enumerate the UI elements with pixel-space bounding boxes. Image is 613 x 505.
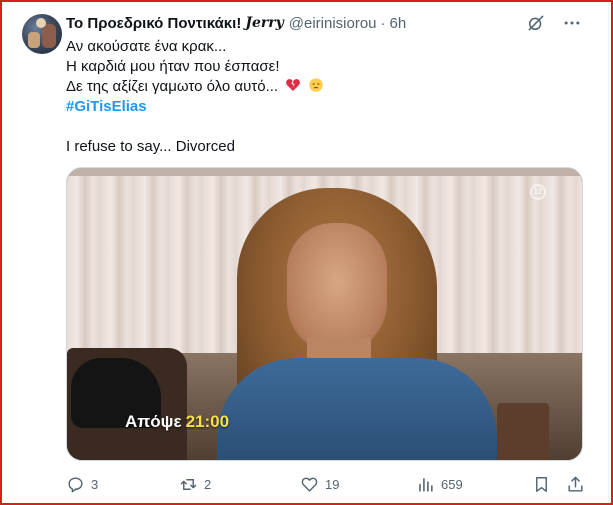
retweet-count: 2 xyxy=(204,476,212,492)
retweet-icon xyxy=(180,478,197,490)
grok-icon[interactable] xyxy=(526,13,546,33)
tweet-card[interactable]: Το Προεδρικό Ποντικάκι! 𝑱𝒆𝒓𝒓𝒚 @eirinisio… xyxy=(2,2,609,500)
views-count: 659 xyxy=(441,476,463,492)
video-media[interactable]: 12 Απόψε 21:00 xyxy=(66,167,583,461)
views-button[interactable]: 659 xyxy=(416,475,463,494)
bookmark-icon xyxy=(536,476,547,492)
retweet-button[interactable]: 2 xyxy=(179,475,211,494)
tweet-line: I refuse to say... Divorced xyxy=(66,138,235,155)
avatar[interactable] xyxy=(22,14,62,54)
like-count: 19 xyxy=(325,476,340,492)
like-button[interactable]: 19 xyxy=(300,475,339,494)
reply-button[interactable]: 3 xyxy=(66,475,98,494)
tweet-line-text: Δε της αξίζει γαμωτο όλο αυτό... xyxy=(66,78,279,95)
avatar-figure xyxy=(36,18,46,28)
media-person-face xyxy=(287,223,387,353)
user-handle[interactable]: @eirinisiorou xyxy=(289,15,377,32)
hashtag-line: #GiTisElias xyxy=(66,97,586,117)
tweet-line: Η καρδιά μου ήταν που έσπασε! xyxy=(66,58,280,75)
broken-heart-emoji xyxy=(285,77,301,93)
share-button[interactable] xyxy=(566,475,585,494)
promo-text: Απόψε xyxy=(125,412,182,431)
reply-count: 3 xyxy=(91,476,99,492)
separator-dot: · xyxy=(380,14,386,32)
tweet-top-icons xyxy=(526,13,582,33)
tweet-line-with-emoji: Δε της αξίζει γαμωτο όλο αυτό... xyxy=(66,77,586,97)
avatar-figure xyxy=(42,24,56,48)
timestamp[interactable]: 6h xyxy=(390,15,407,32)
reply-icon xyxy=(68,476,83,492)
media-chair xyxy=(497,403,549,460)
tweet-actions: 3 2 19 659 xyxy=(66,474,586,494)
promo-time: 21:00 xyxy=(185,412,230,431)
heart-icon xyxy=(301,477,318,492)
media-person-jacket xyxy=(217,358,497,460)
tweet-line: Αν ακούσατε ένα κρακ... xyxy=(66,38,227,55)
tweet-text: Αν ακούσατε ένα κρακ... Η καρδιά μου ήτα… xyxy=(66,37,586,157)
bookmark-button[interactable] xyxy=(532,475,551,494)
sad-face-emoji xyxy=(308,77,324,93)
promo-overlay: Απόψε 21:00 xyxy=(125,412,229,432)
tweet-header: Το Προεδρικό Ποντικάκι! 𝑱𝒆𝒓𝒓𝒚 @eirinisio… xyxy=(66,13,406,33)
media-curtain-rod xyxy=(67,168,582,176)
hashtag-link[interactable]: #GiTisElias xyxy=(66,98,147,115)
more-icon[interactable] xyxy=(562,13,582,33)
channel-badge: 12 xyxy=(530,184,546,200)
avatar-figure xyxy=(28,32,40,48)
display-name[interactable]: Το Προεδρικό Ποντικάκι! xyxy=(66,15,241,32)
views-chart-icon xyxy=(419,477,433,492)
share-icon xyxy=(568,476,583,492)
display-name-decoration[interactable]: 𝑱𝒆𝒓𝒓𝒚 xyxy=(245,15,283,31)
